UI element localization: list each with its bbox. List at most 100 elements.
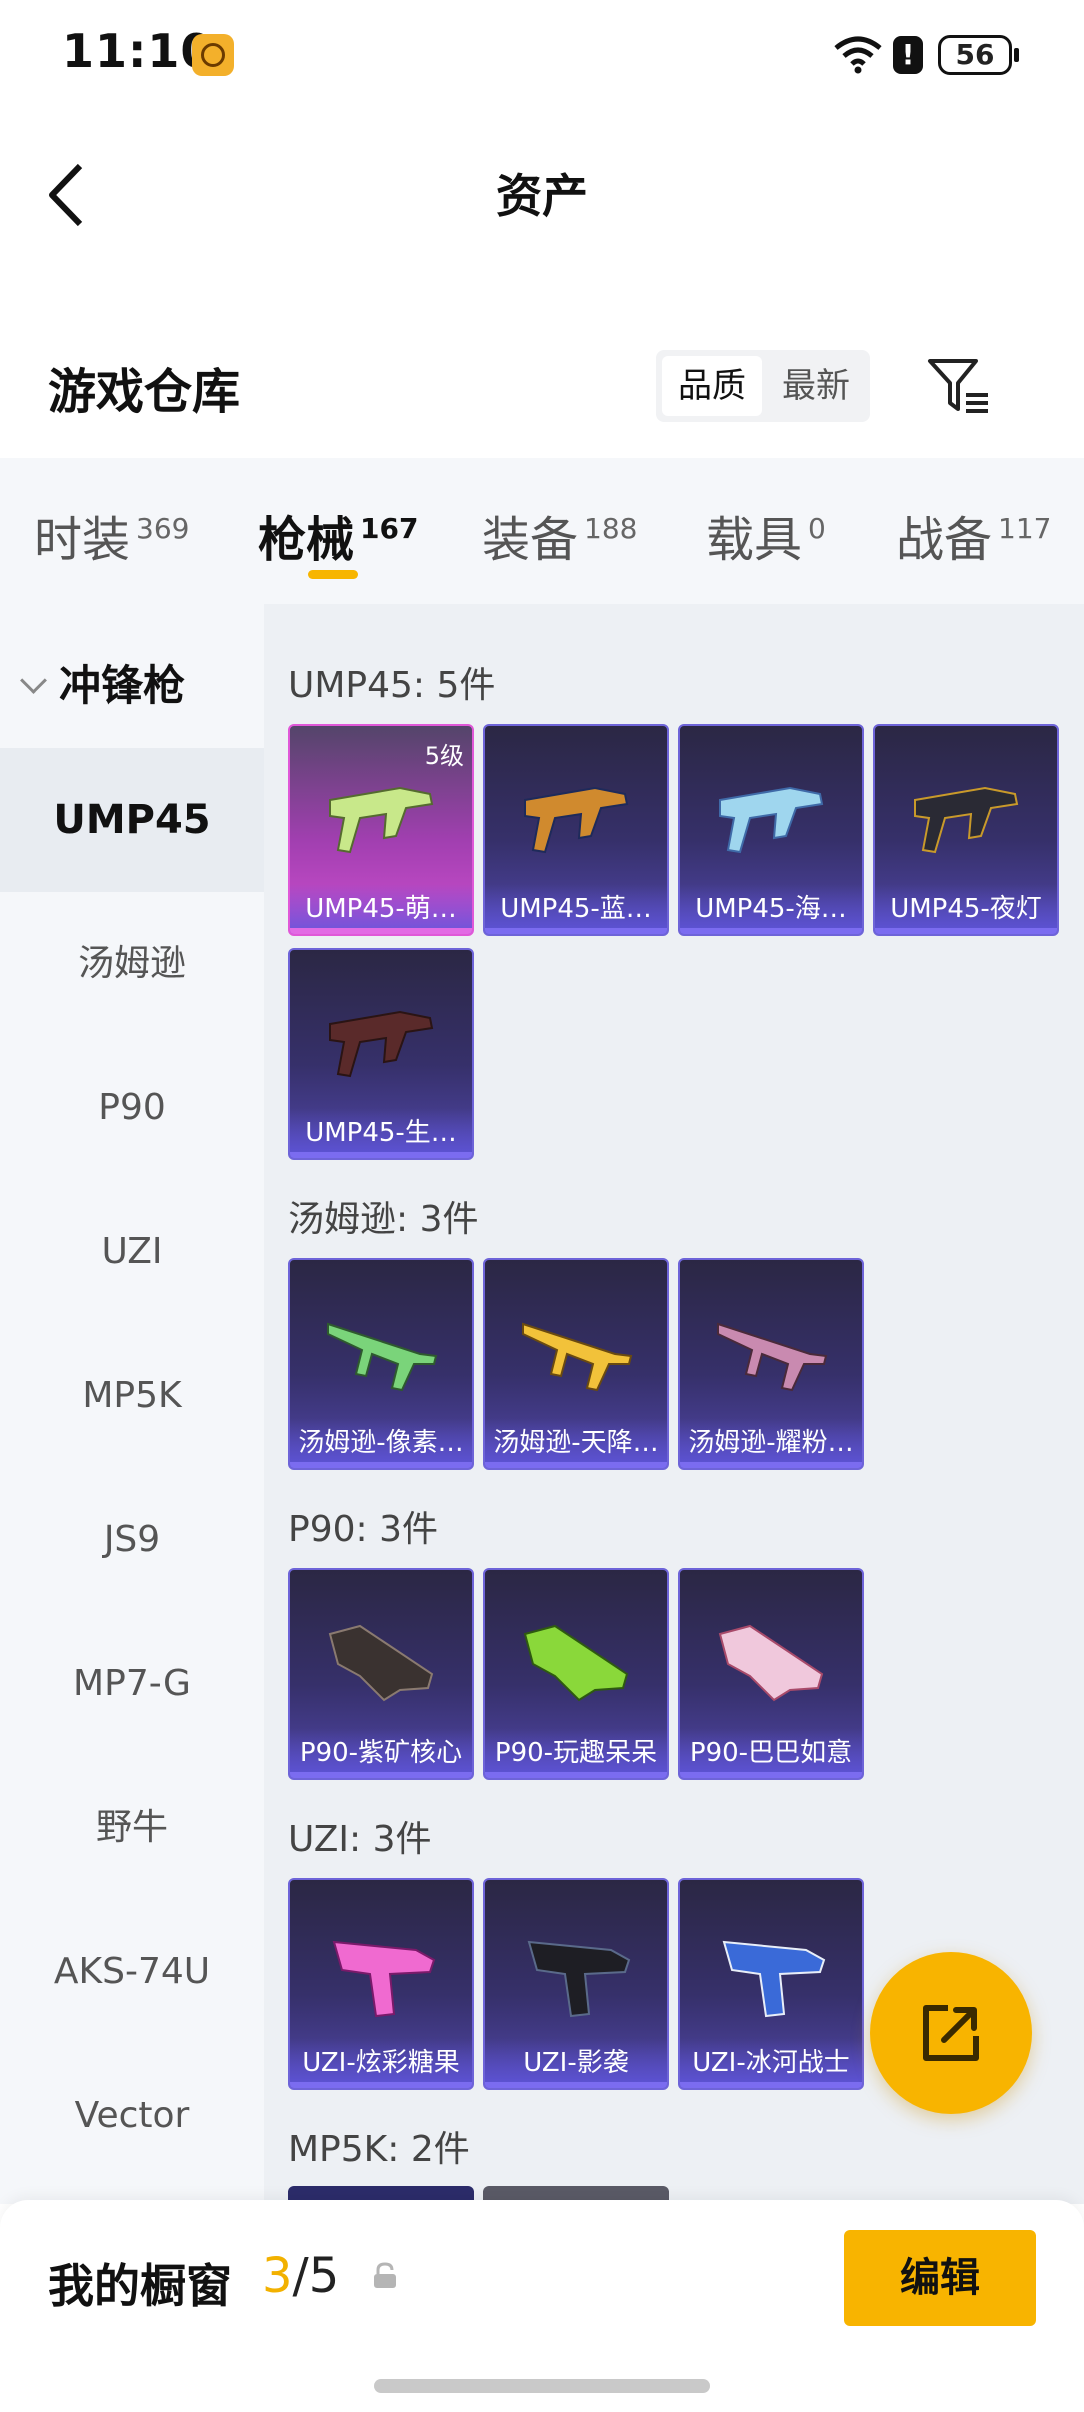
skin-name: UMP45-萌… — [290, 884, 472, 934]
p90-icon — [328, 1624, 434, 1702]
showcase-count: 3/5 — [262, 2248, 339, 2304]
smg-icon — [719, 786, 824, 854]
home-indicator — [374, 2379, 710, 2393]
rarity-stripe — [485, 2082, 667, 2088]
tab-count: 117 — [998, 512, 1052, 545]
rarity-stripe — [485, 928, 667, 934]
tab-equipment[interactable]: 装备 188 — [482, 500, 637, 570]
tab-firearms[interactable]: 枪械 167 — [258, 500, 418, 570]
sidebar-item-uzi[interactable]: UZI — [0, 1180, 264, 1324]
rifle-icon — [717, 1322, 828, 1392]
rarity-stripe — [485, 1772, 667, 1778]
skin-card[interactable]: UMP45-蓝… — [483, 724, 669, 936]
tab-count: 369 — [136, 512, 190, 545]
skin-card-peek[interactable] — [288, 2186, 474, 2200]
skin-name: UZI-冰河战士 — [680, 2038, 862, 2088]
smg-icon — [329, 786, 434, 854]
rarity-stripe — [290, 1152, 472, 1158]
skin-card[interactable]: 汤姆逊-天降… — [483, 1258, 669, 1470]
tab-count: 0 — [808, 512, 826, 545]
smg-icon — [524, 786, 629, 854]
skin-card[interactable]: UMP45-生… — [288, 948, 474, 1160]
skin-card[interactable]: P90-紫矿核心 — [288, 1568, 474, 1780]
sidebar-item-mp5k[interactable]: MP5K — [0, 1324, 264, 1468]
skin-level: 5级 — [424, 742, 464, 770]
uzi-icon — [722, 1940, 826, 2018]
sidebar-category-label: 冲锋枪 — [59, 661, 186, 710]
share-icon — [923, 2005, 979, 2061]
tab-vehicles[interactable]: 载具 0 — [706, 500, 826, 570]
sort-toggle: 品质 最新 — [656, 350, 870, 422]
showcase-label: 我的橱窗 — [48, 2259, 232, 2313]
tab-supplies[interactable]: 战备 117 — [896, 500, 1051, 570]
skin-name: 汤姆逊-耀粉… — [680, 1418, 862, 1468]
wifi-icon — [834, 36, 882, 74]
tab-count: 167 — [360, 512, 419, 545]
smg-icon — [329, 1010, 434, 1078]
warehouse-title: 游戏仓库 — [48, 364, 241, 420]
sort-quality-button[interactable]: 品质 — [662, 356, 762, 416]
group-header-ump45: UMP45: 5件 — [288, 665, 496, 706]
rarity-stripe — [680, 1772, 862, 1778]
skin-card[interactable]: UZI-炫彩糖果 — [288, 1878, 474, 2090]
group-header-thompson: 汤姆逊: 3件 — [288, 1199, 479, 1240]
tab-label: 战备 — [896, 512, 993, 568]
showcase-total: /5 — [292, 2248, 340, 2304]
skin-card[interactable]: UZI-影袭 — [483, 1878, 669, 2090]
rarity-stripe — [875, 928, 1057, 934]
sidebar-item-mp7g[interactable]: MP7-G — [0, 1612, 264, 1756]
p90-icon — [523, 1624, 629, 1702]
skin-name: UMP45-蓝… — [485, 884, 667, 934]
share-button[interactable] — [870, 1952, 1032, 2114]
rarity-stripe — [290, 1772, 472, 1778]
sidebar-item-thompson[interactable]: 汤姆逊 — [0, 892, 264, 1036]
skin-card[interactable]: UZI-冰河战士 — [678, 1878, 864, 2090]
rifle-icon — [522, 1322, 633, 1392]
skin-card[interactable]: UMP45-夜灯 — [873, 724, 1059, 936]
skin-name: UZI-炫彩糖果 — [290, 2038, 472, 2088]
skin-card-peek[interactable] — [483, 2186, 669, 2200]
group-header-uzi: UZI: 3件 — [288, 1819, 432, 1860]
filter-icon[interactable] — [926, 355, 992, 415]
sidebar-item-ump45[interactable]: UMP45 — [0, 748, 264, 892]
tab-fashion[interactable]: 时装 369 — [34, 500, 189, 570]
sort-newest-button[interactable]: 最新 — [766, 356, 866, 416]
uzi-icon — [527, 1940, 631, 2018]
tab-label: 枪械 — [258, 512, 355, 568]
group-header-mp5k: MP5K: 2件 — [288, 2129, 470, 2170]
skin-name: UMP45-海… — [680, 884, 862, 934]
rarity-stripe — [680, 2082, 862, 2088]
battery-indicator: 56 — [938, 35, 1019, 75]
sidebar-category[interactable]: 冲锋枪 — [20, 652, 185, 713]
status-time: 11:10 — [62, 24, 214, 78]
rarity-stripe — [680, 928, 862, 934]
skin-name: P90-巴巴如意 — [680, 1728, 862, 1778]
sidebar-item-vector[interactable]: Vector — [0, 2044, 264, 2188]
skin-name: 汤姆逊-像素… — [290, 1418, 472, 1468]
skin-card[interactable]: 汤姆逊-像素… — [288, 1258, 474, 1470]
edit-showcase-button[interactable]: 编辑 — [844, 2230, 1036, 2326]
rarity-stripe — [485, 1462, 667, 1468]
sidebar-item-aks74u[interactable]: AKS-74U — [0, 1900, 264, 2044]
chevron-down-icon — [20, 667, 47, 694]
tab-count: 188 — [584, 512, 638, 545]
skin-card[interactable]: 5级 UMP45-萌… — [288, 724, 474, 936]
smg-icon — [914, 786, 1019, 854]
skin-card[interactable]: P90-玩趣呆呆 — [483, 1568, 669, 1780]
rarity-stripe — [290, 928, 472, 934]
skin-card[interactable]: UMP45-海… — [678, 724, 864, 936]
tab-label: 载具 — [706, 512, 803, 568]
skin-name: P90-玩趣呆呆 — [485, 1728, 667, 1778]
skin-name: 汤姆逊-天降… — [485, 1418, 667, 1468]
skin-card[interactable]: 汤姆逊-耀粉… — [678, 1258, 864, 1470]
rarity-stripe — [290, 1462, 472, 1468]
sidebar-item-js9[interactable]: JS9 — [0, 1468, 264, 1612]
rifle-icon — [327, 1322, 438, 1392]
skin-name: UMP45-夜灯 — [875, 884, 1057, 934]
uzi-icon — [332, 1940, 436, 2018]
active-tab-indicator — [308, 570, 358, 579]
showcase-current: 3 — [262, 2248, 293, 2304]
sidebar-item-bison[interactable]: 野牛 — [0, 1756, 264, 1900]
skin-card[interactable]: P90-巴巴如意 — [678, 1568, 864, 1780]
sidebar-item-p90[interactable]: P90 — [0, 1036, 264, 1180]
